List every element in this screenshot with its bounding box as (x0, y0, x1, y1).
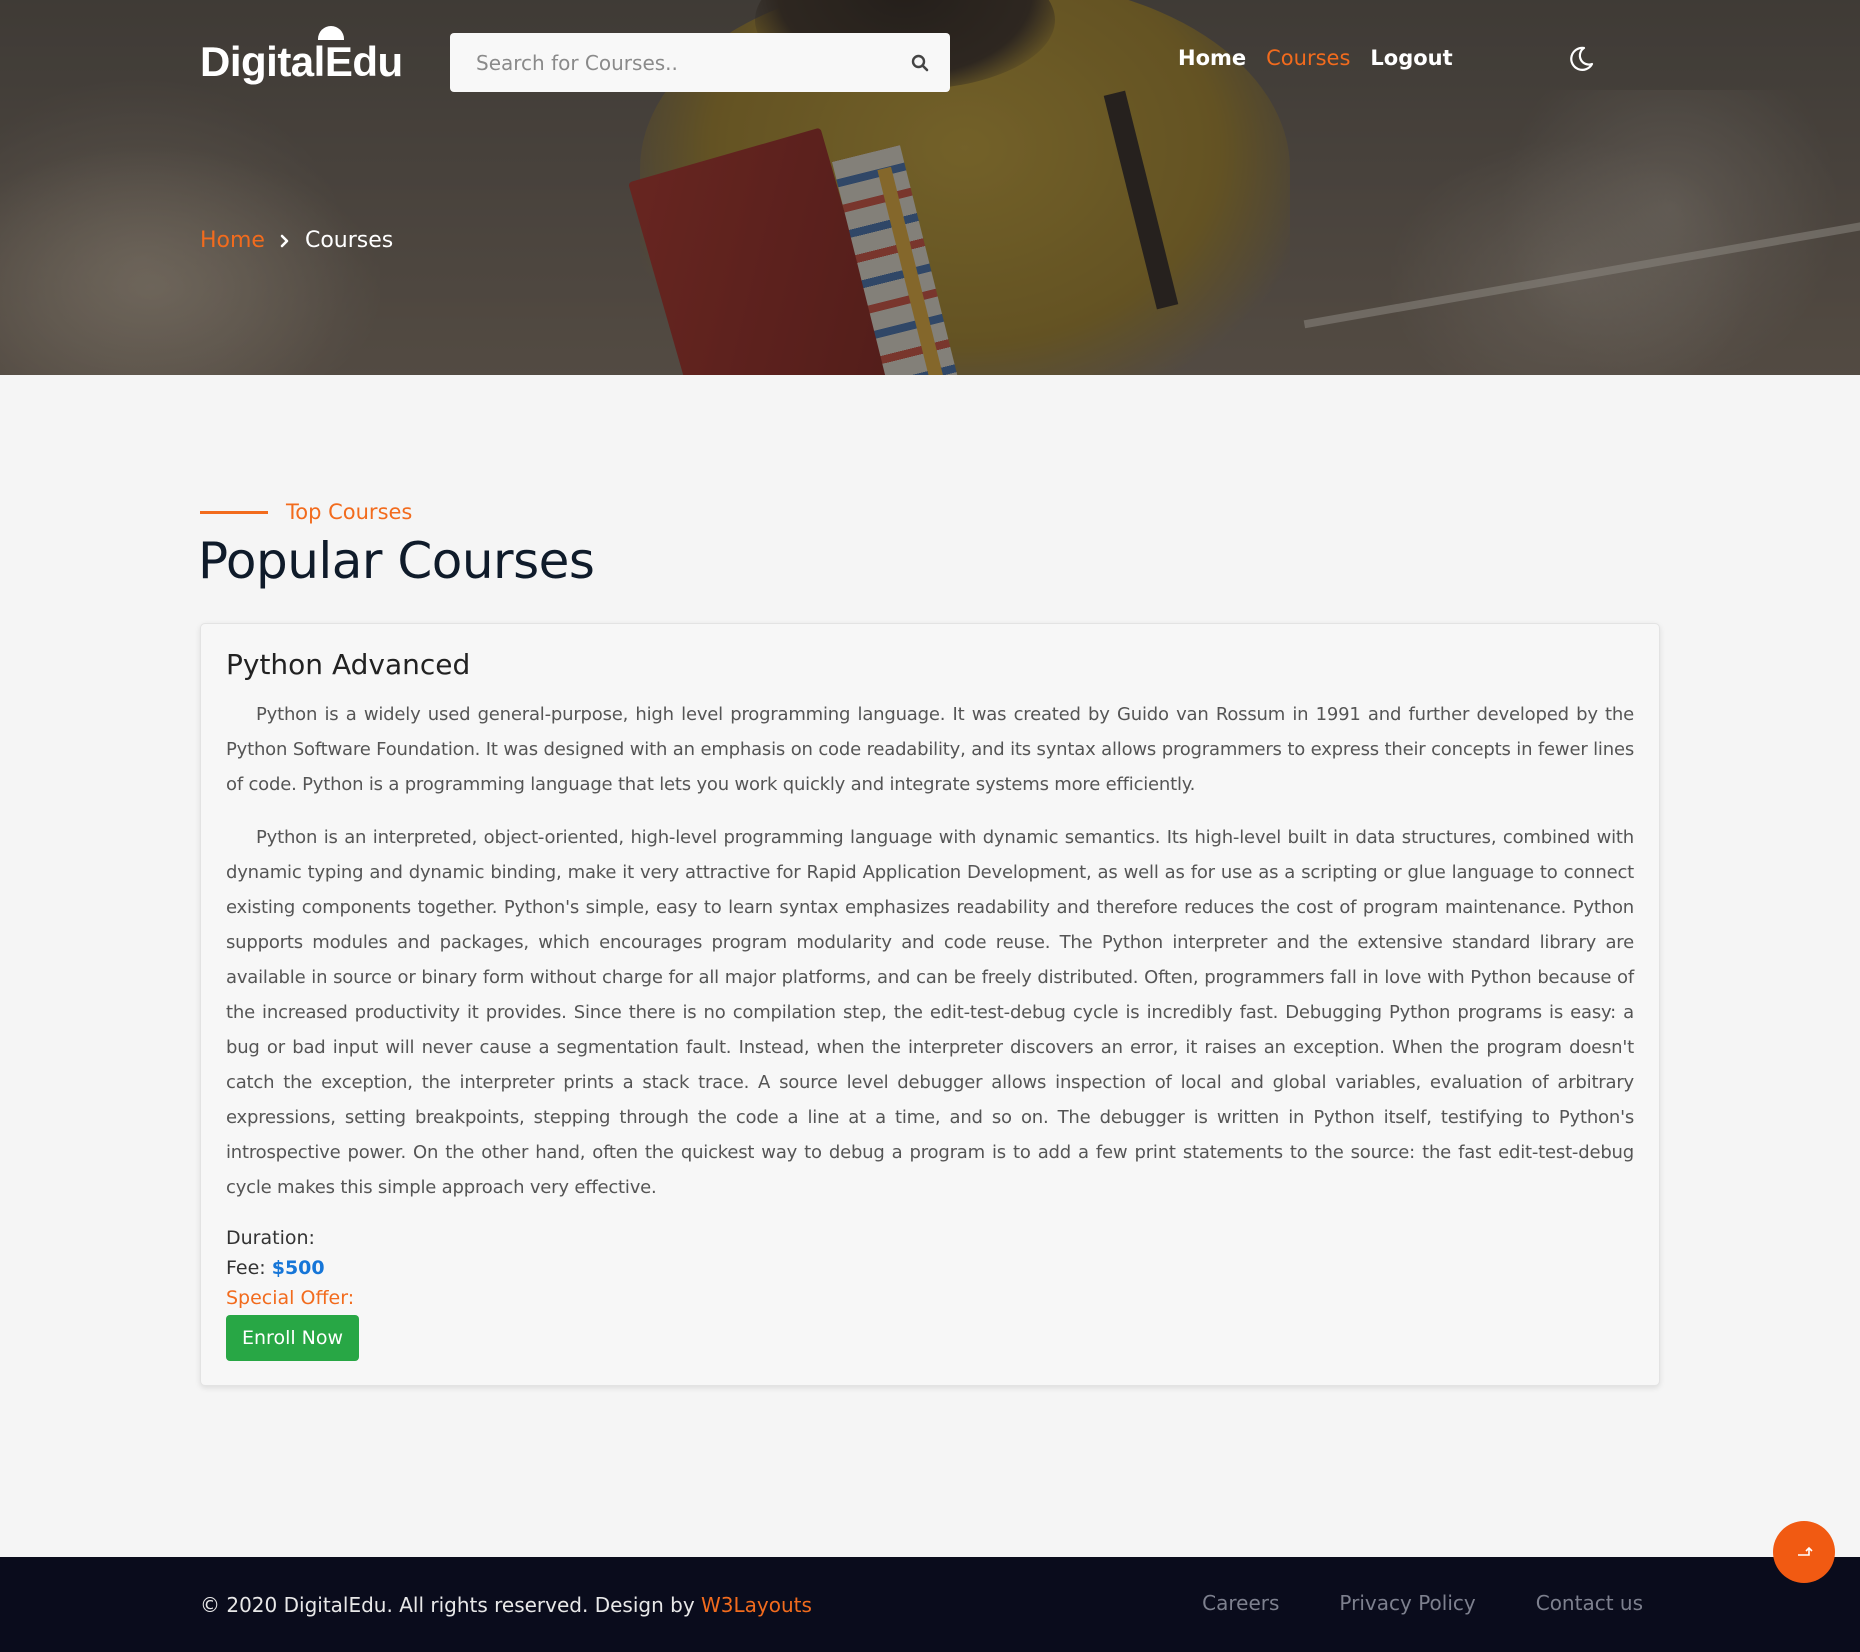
chevron-right-icon (279, 233, 291, 249)
scroll-top-button[interactable] (1773, 1521, 1835, 1583)
section-tag-label: Top Courses (286, 500, 413, 524)
footer-link-careers[interactable]: Careers (1202, 1591, 1279, 1615)
site-logo[interactable]: DigitalEdu (200, 38, 403, 86)
page-title: Popular Courses (198, 532, 595, 590)
theme-toggle[interactable] (1566, 44, 1596, 74)
site-footer: © 2020 DigitalEdu. All rights reserved. … (0, 1557, 1860, 1652)
search-button[interactable] (890, 33, 950, 92)
fee-label: Fee: (226, 1257, 266, 1279)
course-duration: Duration: (226, 1223, 1634, 1253)
copyright: © 2020 DigitalEdu. All rights reserved. … (200, 1593, 812, 1617)
enroll-button[interactable]: Enroll Now (226, 1315, 360, 1361)
section-tag: Top Courses (200, 500, 412, 524)
site-header: DigitalEdu Home Courses Logout (0, 0, 1860, 120)
course-offer: Special Offer: (226, 1283, 1634, 1313)
footer-link-contact[interactable]: Contact us (1536, 1591, 1643, 1615)
duration-label: Duration: (226, 1227, 315, 1249)
footer-link-privacy[interactable]: Privacy Policy (1339, 1591, 1475, 1615)
breadcrumb: Home Courses (200, 228, 393, 253)
offer-label: Special Offer: (226, 1287, 355, 1309)
search-input[interactable] (450, 33, 890, 92)
nav-logout[interactable]: Logout (1370, 46, 1452, 70)
course-card: Python Advanced Python is a widely used … (200, 623, 1660, 1386)
search-icon (911, 54, 929, 71)
nav-home[interactable]: Home (1178, 46, 1246, 70)
designer-link[interactable]: W3Layouts (701, 1593, 812, 1617)
arrow-up-icon (1798, 1546, 1813, 1556)
course-fee: Fee: $500 (226, 1253, 1634, 1283)
course-description-1: Python is a widely used general-purpose,… (226, 704, 1634, 795)
breadcrumb-current: Courses (304, 228, 394, 253)
fee-value: $500 (271, 1257, 325, 1279)
course-description-2: Python is an interpreted, object-oriente… (226, 827, 1634, 1198)
course-title: Python Advanced (226, 648, 471, 681)
course-meta: Duration: Fee: $500 Special Offer: (226, 1223, 1634, 1313)
main-nav: Home Courses Logout (1178, 46, 1453, 70)
breadcrumb-home[interactable]: Home (200, 228, 265, 253)
section-tag-line (200, 510, 268, 514)
search-bar (450, 33, 950, 92)
nav-courses[interactable]: Courses (1266, 46, 1350, 70)
moon-icon (1570, 46, 1594, 71)
copyright-text: © 2020 DigitalEdu. All rights reserved. … (200, 1593, 702, 1617)
footer-links: Careers Privacy Policy Contact us (1202, 1591, 1643, 1615)
